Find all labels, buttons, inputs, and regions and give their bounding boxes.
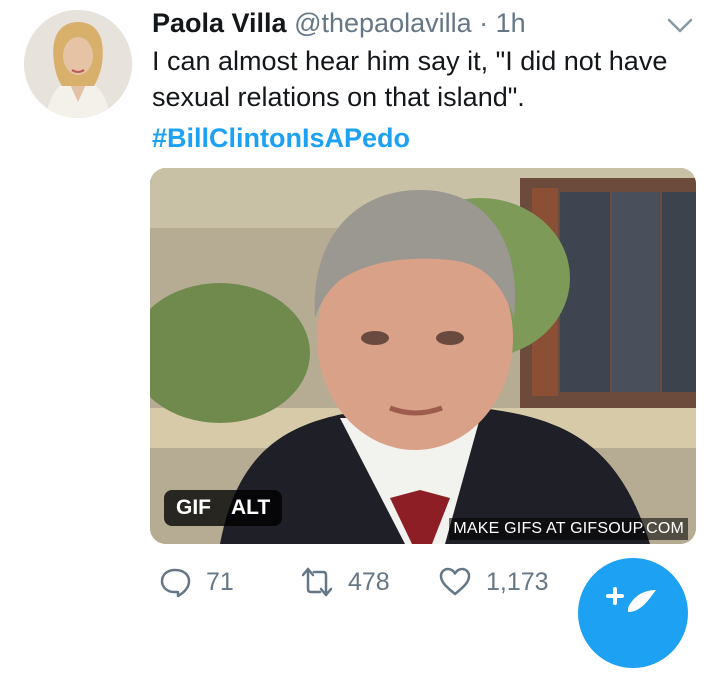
reply-icon	[160, 568, 191, 598]
tweet-header: Paola Villa @thepaolavilla · 1h	[152, 6, 718, 40]
chevron-down-icon[interactable]	[664, 12, 696, 38]
tweet-text: I can almost hear him say it, "I did not…	[152, 46, 668, 112]
retweet-button[interactable]: 478	[300, 562, 390, 602]
like-button[interactable]: 1,173	[438, 562, 549, 602]
alt-badge[interactable]: ALT	[231, 490, 270, 526]
like-count: 1,173	[486, 568, 549, 596]
gif-media[interactable]: GIF ALT MAKE GIFS AT GIFSOUP.COM	[150, 168, 696, 544]
compose-tweet-button[interactable]	[578, 558, 688, 668]
gif-alt-badge: GIF ALT	[164, 490, 283, 526]
hashtag-link[interactable]: #BillClintonIsAPedo	[152, 120, 410, 156]
timestamp[interactable]: 1h	[496, 8, 526, 38]
avatar[interactable]	[24, 10, 132, 118]
author-name[interactable]: Paola Villa	[152, 8, 287, 38]
retweet-icon	[301, 567, 333, 597]
retweet-count: 478	[348, 568, 390, 596]
heart-icon	[439, 567, 471, 596]
gif-badge: GIF	[176, 496, 211, 519]
author-handle[interactable]: @thepaolavilla	[294, 8, 472, 38]
reply-count: 71	[206, 568, 234, 596]
reply-button[interactable]: 71	[158, 562, 234, 602]
gif-frame	[150, 168, 696, 544]
gif-watermark: MAKE GIFS AT GIFSOUP.COM	[449, 518, 688, 540]
separator: ·	[479, 8, 489, 38]
compose-tweet-icon	[606, 587, 656, 612]
